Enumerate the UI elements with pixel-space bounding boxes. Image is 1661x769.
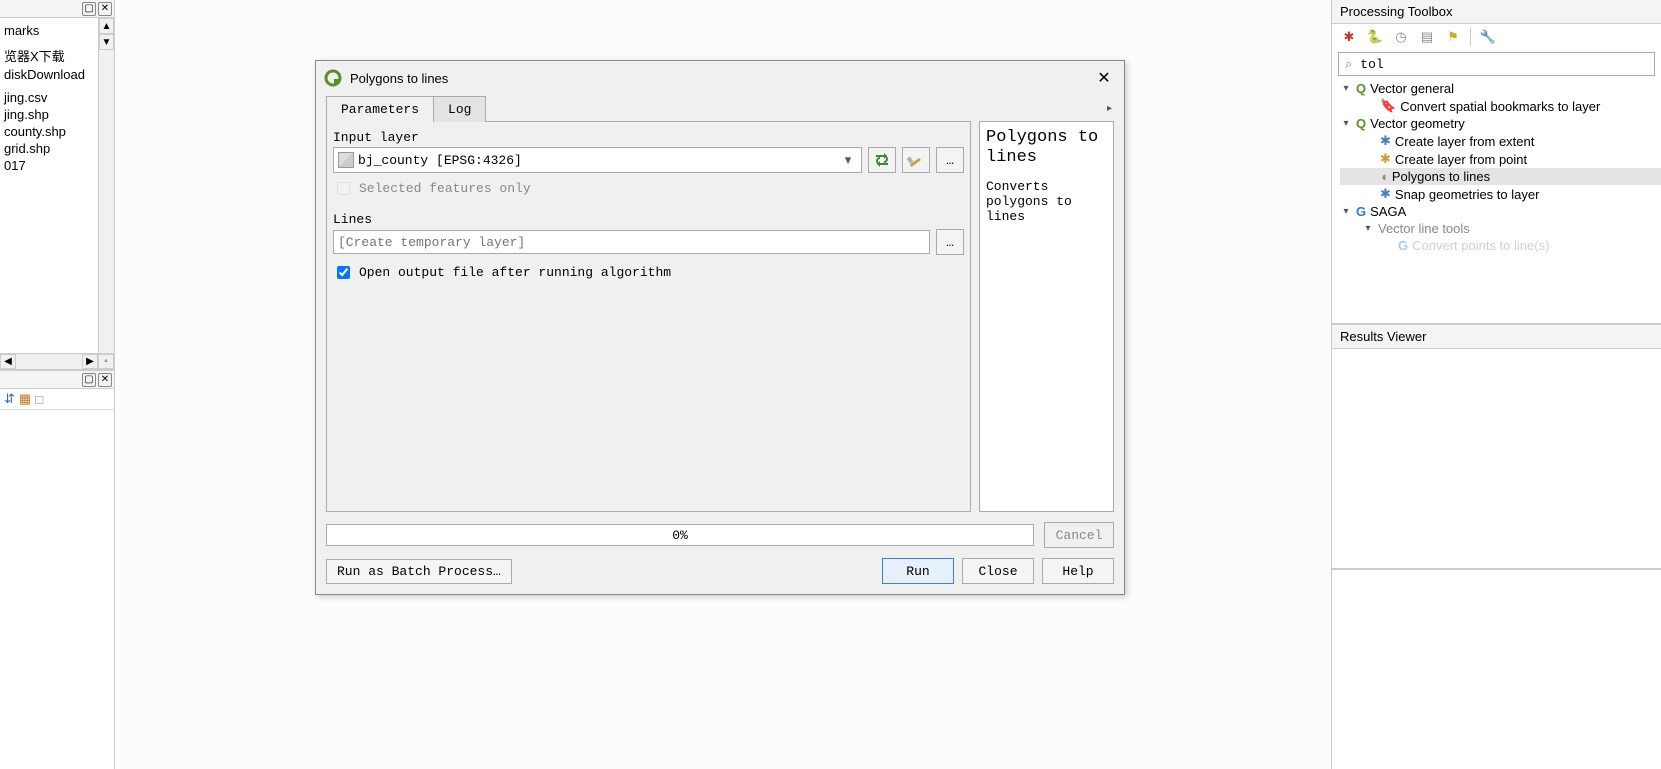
gear-icon: ✱ bbox=[1380, 151, 1391, 167]
results-viewer-panel: Results Viewer bbox=[1332, 323, 1661, 569]
layers-toolbar: ⇵ ▦ □ bbox=[0, 389, 114, 410]
saga-icon: G bbox=[1398, 238, 1408, 253]
input-layer-label: Input layer bbox=[333, 130, 964, 145]
help-heading: Polygons to lines bbox=[986, 128, 1107, 169]
tree-group-vector-geometry[interactable]: ▾QVector geometry bbox=[1340, 115, 1661, 132]
layers-panel: ▢ ✕ ⇵ ▦ □ bbox=[0, 369, 114, 769]
gear-icon: ✱ bbox=[1380, 133, 1391, 149]
input-layer-combo[interactable]: bj_county [EPSG:4326] ▾ bbox=[333, 147, 862, 173]
toolbox-tree[interactable]: ▾QVector general 🔖Convert spatial bookma… bbox=[1332, 78, 1661, 323]
close-button[interactable]: Close bbox=[962, 558, 1034, 584]
iterate-button[interactable] bbox=[868, 147, 896, 173]
advanced-options-button[interactable] bbox=[902, 147, 930, 173]
algorithm-dialog: Polygons to lines ✕ Parameters Log ▸ Inp… bbox=[315, 60, 1125, 595]
gear-icon: ✱ bbox=[1380, 186, 1391, 202]
layers-list[interactable] bbox=[0, 410, 114, 769]
browser-tree-item[interactable]: jing.csv bbox=[0, 89, 114, 106]
selected-features-input bbox=[337, 182, 350, 195]
browser-tree[interactable]: marks 览器X下载diskDownload jing.csvjing.shpco… bbox=[0, 18, 114, 174]
lines-output-label: Lines bbox=[333, 212, 964, 227]
gear-icon[interactable]: ✱ bbox=[1340, 28, 1358, 46]
panel-undock-button[interactable]: ▢ bbox=[82, 2, 96, 16]
model-icon[interactable]: ⚑ bbox=[1444, 28, 1462, 46]
tree-group-vector-line-tools[interactable]: ▾Vector line tools bbox=[1340, 220, 1661, 237]
input-layer-value: bj_county [EPSG:4326] bbox=[358, 153, 839, 168]
open-output-checkbox[interactable]: Open output file after running algorithm bbox=[333, 263, 964, 282]
tree-item-polygons-to-lines[interactable]: ◖Polygons to lines bbox=[1340, 168, 1661, 185]
eraser-icon: ◖ bbox=[1380, 169, 1388, 184]
dialog-tabs: Parameters Log bbox=[326, 95, 485, 121]
run-button[interactable]: Run bbox=[882, 558, 954, 584]
right-sidebar: Processing Toolbox ✱ 🐍 ◷ ▤ ⚑ 🔧 ⌕ ▾QVecto… bbox=[1331, 0, 1661, 769]
tree-item-convert-bookmarks[interactable]: 🔖Convert spatial bookmarks to layer bbox=[1340, 97, 1661, 115]
browser-tree-item[interactable]: county.shp bbox=[0, 123, 114, 140]
browser-tree-item[interactable]: grid.shp bbox=[0, 140, 114, 157]
saga-icon: G bbox=[1356, 204, 1366, 219]
vertical-scrollbar[interactable]: ▲▼ bbox=[98, 18, 114, 353]
horizontal-scrollbar[interactable]: ◀▶◦ bbox=[0, 353, 114, 369]
help-pane: Polygons to lines Converts polygons to l… bbox=[979, 121, 1114, 512]
browser-panel: ▢ ✕ marks 览器X下载diskDownload jing.csvjing.s… bbox=[0, 0, 114, 369]
dropdown-icon: ▾ bbox=[839, 152, 857, 168]
bookmark-icon: 🔖 bbox=[1380, 98, 1396, 114]
dialog-title: Polygons to lines bbox=[350, 71, 1092, 86]
tab-parameters[interactable]: Parameters bbox=[326, 96, 434, 122]
browser-tree-item[interactable]: 017 bbox=[0, 157, 114, 174]
open-output-input[interactable] bbox=[337, 266, 350, 279]
map-canvas[interactable]: Polygons to lines ✕ Parameters Log ▸ Inp… bbox=[115, 0, 1331, 769]
results-title: Results Viewer bbox=[1332, 325, 1661, 349]
panel-close-button-2[interactable]: ✕ bbox=[98, 373, 112, 387]
output-options-button[interactable]: … bbox=[936, 229, 964, 255]
help-collapse-icon[interactable]: ▸ bbox=[1107, 103, 1114, 114]
options-icon[interactable]: 🔧 bbox=[1479, 28, 1497, 46]
toolbox-toolbar: ✱ 🐍 ◷ ▤ ⚑ 🔧 bbox=[1332, 24, 1661, 50]
help-description: Converts polygons to lines bbox=[986, 179, 1107, 224]
tree-item-create-layer-extent[interactable]: ✱Create layer from extent bbox=[1340, 132, 1661, 150]
panel-controls-2: ▢ ✕ bbox=[0, 371, 114, 389]
lines-output-input[interactable] bbox=[333, 230, 930, 254]
bottom-pane[interactable] bbox=[1332, 569, 1661, 769]
qgis-icon bbox=[324, 69, 342, 87]
python-icon[interactable]: 🐍 bbox=[1366, 28, 1384, 46]
search-icon: ⌕ bbox=[1345, 56, 1352, 72]
toolbox-title: Processing Toolbox bbox=[1332, 0, 1661, 24]
toolbox-search[interactable]: ⌕ bbox=[1338, 52, 1655, 76]
tree-item-snap-geometries[interactable]: ✱Snap geometries to layer bbox=[1340, 185, 1661, 203]
parameters-pane: Input layer bj_county [EPSG:4326] ▾ bbox=[326, 121, 971, 512]
search-input[interactable] bbox=[1358, 56, 1648, 73]
progress-bar: 0% bbox=[326, 524, 1034, 546]
run-batch-button[interactable]: Run as Batch Process… bbox=[326, 559, 512, 584]
cancel-button: Cancel bbox=[1044, 522, 1114, 548]
browser-tree-item[interactable]: marks bbox=[0, 22, 114, 39]
layer-tool-icon-3[interactable]: □ bbox=[35, 392, 43, 407]
separator bbox=[1470, 28, 1471, 46]
tab-log[interactable]: Log bbox=[433, 96, 486, 122]
tree-item-create-layer-point[interactable]: ✱Create layer from point bbox=[1340, 150, 1661, 168]
help-button[interactable]: Help bbox=[1042, 558, 1114, 584]
layer-tool-icon-2[interactable]: ▦ bbox=[19, 391, 31, 407]
tree-group-vector-general[interactable]: ▾QVector general bbox=[1340, 80, 1661, 97]
browser-tree-item[interactable]: jing.shp bbox=[0, 106, 114, 123]
tree-group-saga[interactable]: ▾GSAGA bbox=[1340, 203, 1661, 220]
tree-item-convert-points-lines[interactable]: GConvert points to line(s) bbox=[1340, 237, 1661, 254]
left-sidebar: ▢ ✕ marks 览器X下载diskDownload jing.csvjing.s… bbox=[0, 0, 115, 769]
results-icon[interactable]: ▤ bbox=[1418, 28, 1436, 46]
dialog-close-button[interactable]: ✕ bbox=[1092, 66, 1116, 90]
browser-tree-item[interactable]: diskDownload bbox=[0, 66, 114, 83]
polygon-icon bbox=[338, 152, 354, 168]
panel-controls: ▢ ✕ bbox=[0, 0, 114, 18]
results-body[interactable] bbox=[1332, 349, 1661, 569]
history-icon[interactable]: ◷ bbox=[1392, 28, 1410, 46]
panel-undock-button-2[interactable]: ▢ bbox=[82, 373, 96, 387]
dialog-titlebar[interactable]: Polygons to lines ✕ bbox=[316, 61, 1124, 95]
selected-features-checkbox[interactable]: Selected features only bbox=[333, 179, 964, 198]
browser-tree-item[interactable]: 览器X下载 bbox=[0, 45, 114, 66]
layer-tool-icon[interactable]: ⇵ bbox=[4, 391, 15, 407]
panel-close-button[interactable]: ✕ bbox=[98, 2, 112, 16]
input-options-button[interactable]: … bbox=[936, 147, 964, 173]
